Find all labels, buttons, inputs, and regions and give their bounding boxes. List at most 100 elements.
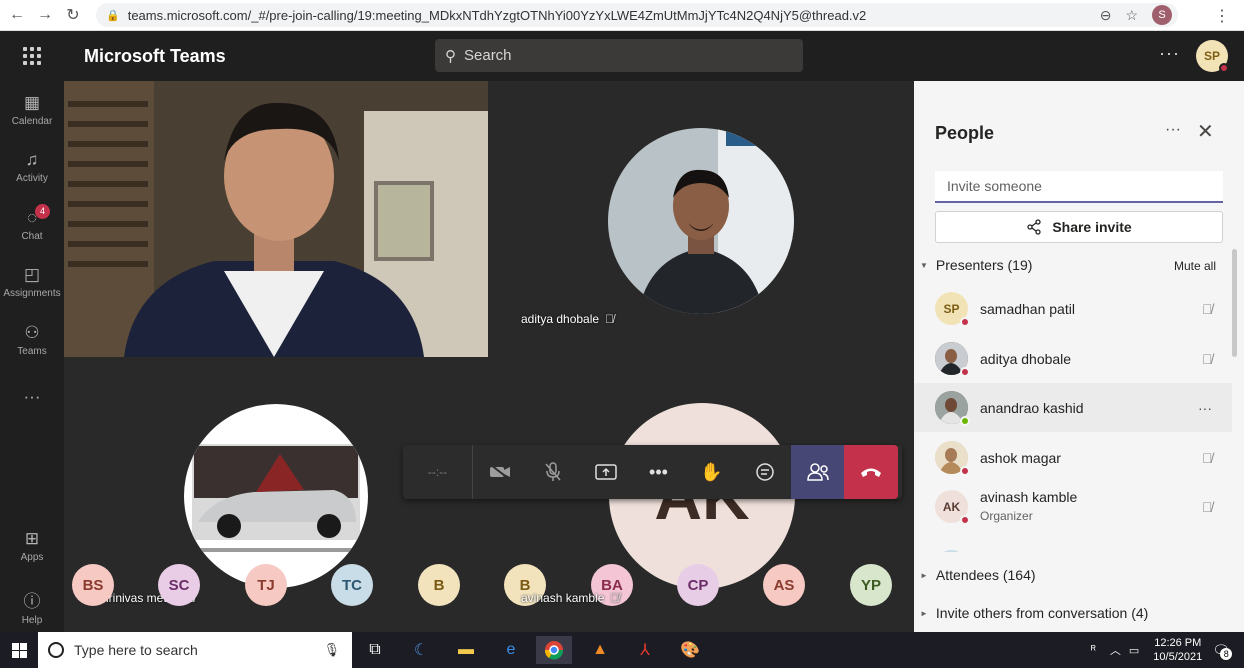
browser-profile-avatar[interactable]: S [1152,5,1172,25]
list-item[interactable]: AK avinash kamble Organizer 🎙̸ [914,482,1232,531]
avatar-tc[interactable]: TC [331,564,373,606]
share-icon [1027,219,1041,235]
panel-scrollbar[interactable] [1232,249,1237,357]
rail-chat[interactable]: ◌ 4 Chat [0,204,64,242]
cortana-icon [48,642,64,658]
avatar-yp[interactable]: YP [850,564,892,606]
edge-icon[interactable]: e [493,636,529,664]
taskbar-search[interactable]: Type here to search 🎙 [38,632,352,668]
camera-toggle-button[interactable] [473,445,526,499]
teams-header: Microsoft Teams ⚲ Search ··· SP [0,31,1244,81]
share-screen-button[interactable] [579,445,632,499]
acrobat-icon[interactable]: ⅄ [627,636,663,664]
video-tile-aditya[interactable]: aditya dhobale 🎙̸ [489,81,914,357]
video-tile-main[interactable] [64,81,488,357]
avatar-tj[interactable]: TJ [245,564,287,606]
zoom-icon[interactable]: ⊖ [1100,7,1112,24]
mute-all-button[interactable]: Mute all [1174,259,1216,273]
raise-hand-button[interactable]: ✋ [685,445,738,499]
windows-start-icon[interactable] [0,632,38,668]
rail-label: Activity [16,173,48,184]
avatar-initials: B [433,576,445,594]
avatar-initials: CP [687,576,709,594]
call-controls: --:-- ••• ✋ [403,445,902,499]
taskbar-search-placeholder: Type here to search [74,642,198,658]
chat-icon: ◌ [26,208,38,227]
bell-icon: ♫ [25,150,39,169]
rail-label: Help [21,615,43,626]
vlc-icon[interactable]: ▲ [582,636,618,664]
show-conversation-button[interactable] [738,445,791,499]
avatar-cp[interactable]: CP [677,564,719,606]
avatar-bs[interactable]: BS [72,564,114,606]
address-bar[interactable]: 🔒 teams.microsoft.com/_#/pre-join-callin… [96,3,1178,27]
notifications-icon[interactable]: 🗨8 [1212,642,1233,660]
share-tray-icon [594,464,617,480]
avatar-b-1[interactable]: B [418,564,460,606]
attendees-section-toggle[interactable]: ► Attendees (164) [920,567,1036,583]
rail-apps[interactable]: ⊞ Apps [0,529,64,563]
rail-calendar[interactable]: ▦ Calendar [0,93,64,127]
mic-toggle-button[interactable] [526,445,579,499]
file-explorer-icon[interactable]: ▬ [448,636,484,664]
list-item[interactable]: anandrao kashid ··· [914,383,1232,432]
more-actions-button[interactable]: ••• [632,445,685,499]
ellipsis-icon: ••• [649,461,668,482]
presenters-section-toggle[interactable]: ▼ Presenters (19) [920,257,1032,273]
rail-more[interactable]: ··· [0,387,64,410]
participant-avatar-strip: BS SC TJ TC B B BA CP AS YP [72,564,902,608]
list-item[interactable]: SP samadhan patil 🎙̸ [914,284,1232,333]
participant-photo [608,128,794,314]
more-options-icon[interactable]: ··· [1159,43,1180,64]
app-title: Microsoft Teams [84,45,226,66]
network-icon[interactable]: ▭ [1129,644,1139,657]
tray-chevron-icon[interactable]: ︿ [1110,642,1121,658]
avatar-initials: SC [168,576,190,594]
participant-name: samadhan patil [980,300,1075,317]
search-box[interactable]: ⚲ Search [435,39,803,72]
people-panel: People ··· ✕ Share invite ▼ Presenters (… [914,81,1244,632]
invite-others-section-toggle[interactable]: ► Invite others from conversation (4) [920,605,1148,621]
help-icon: ⓘ [23,592,41,611]
app-launcher-icon[interactable] [0,31,64,81]
participant-name: ashok magar [980,449,1061,466]
microphone-icon[interactable]: 🎙 [323,642,340,658]
task-view-icon[interactable]: ⧉ [357,636,393,664]
show-participants-button[interactable] [791,445,844,499]
profile-avatar[interactable]: SP [1196,40,1229,73]
chrome-icon[interactable] [536,636,572,664]
bookmark-star-icon[interactable]: ☆ [1125,7,1138,24]
rail-assignments[interactable]: ◰ Assignments [0,265,64,299]
back-icon[interactable]: ← [6,4,28,26]
avatar-initials: TC [342,576,362,594]
list-item[interactable] [914,542,1232,552]
share-invite-button[interactable]: Share invite [935,211,1223,243]
avatar-sc[interactable]: SC [158,564,200,606]
browser-menu-icon[interactable]: ⋮ [1214,6,1230,26]
rail-activity[interactable]: ♫ Activity [0,150,64,184]
paint-icon[interactable]: 🎨 [672,636,708,664]
rail-teams[interactable]: ⚇ Teams [0,323,64,357]
phone-hangup-icon [861,468,881,477]
list-item[interactable]: ashok magar 🎙̸ [914,433,1232,482]
mic-off-icon: 🎙̸ [1202,498,1213,515]
notification-count-badge: 8 [1220,647,1233,660]
invite-input[interactable] [935,171,1223,203]
list-item[interactable]: aditya dhobale 🎙̸ [914,334,1232,383]
cloud-app-icon[interactable]: ☾ [403,636,439,664]
reload-icon[interactable]: ↻ [62,4,84,26]
forward-icon[interactable]: → [34,4,56,26]
rail-help[interactable]: ⓘ Help [0,587,64,626]
shared-content-thumbnail [184,404,368,588]
avatar: SP [935,292,970,327]
close-icon[interactable]: ✕ [1197,119,1214,144]
people-tray-icon[interactable]: ᴿ [1091,644,1096,656]
avatar-as[interactable]: AS [763,564,805,606]
profile-initials: SP [1203,49,1220,63]
panel-more-icon[interactable]: ··· [1165,121,1181,139]
more-options-icon[interactable]: ··· [1198,400,1212,416]
clock[interactable]: 12:26 PM 10/5/2021 [1153,636,1202,664]
hang-up-button[interactable] [844,445,898,499]
mic-off-icon: 🎙̸ [610,591,620,605]
avatar-initials: AK [942,499,961,514]
